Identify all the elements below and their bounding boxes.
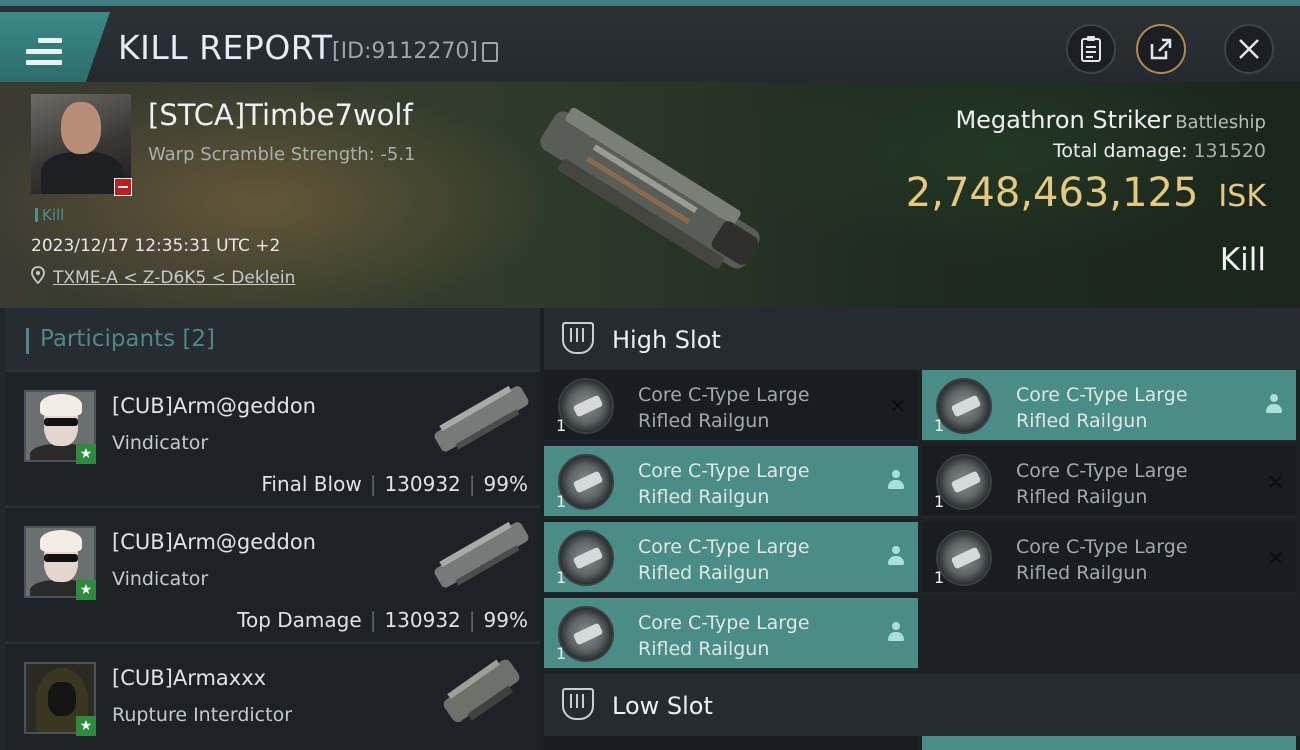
railgun-icon [936,530,992,586]
report-id: [ID:9112270] [332,39,478,64]
module-name: Core C-Type Large Rifled Railgun [638,612,810,660]
participant-ship-image [443,659,520,723]
kill-summary-banner: [STCA]Timbe7wolf Warp Scramble Strength:… [0,82,1300,308]
module-item[interactable]: 1 Core C-Type Large Rifled Railgun [922,370,1296,442]
result-label: Kill [1219,242,1266,278]
header-bar: KILL REPORT [ID:9112270] [0,0,1300,82]
person-icon [888,622,904,644]
clipboard-icon [1081,36,1101,62]
module-quantity: 1 [556,644,567,663]
participants-header: Participants [2] [6,308,540,370]
participant-ship: Vindicator [112,432,209,454]
participant-ship-image [434,521,529,588]
module-item[interactable]: 1 Core C-Type Large Rifled Railgun [544,598,918,670]
participant-row[interactable]: ★ [CUB]Armaxxx Rupture Interdictor [6,642,540,750]
module-quantity: 1 [556,568,567,587]
participant-name: [CUB]Arm@geddon [112,394,316,418]
low-slot-header: Low Slot [544,674,1300,736]
railgun-icon [558,530,614,586]
clipboard-button[interactable] [1066,24,1116,74]
total-damage: Total damage: 131520 [1053,140,1266,162]
module-item[interactable]: 1 Core C-Type Large Rifled Railgun ✕ [544,370,918,442]
warp-scramble-strength: Warp Scramble Strength: -5.1 [148,144,416,165]
module-name: Core C-Type Large Rifled Railgun [638,536,810,584]
low-slot-title: Low Slot [612,692,713,720]
participant-row[interactable]: ★ [CUB]Arm@geddon Vindicator Final Blow |… [6,370,540,504]
participant-ship-image [434,385,529,452]
railgun-icon [558,606,614,662]
fitting-panel: High Slot 1 Core C-Type Large Rifled Rail… [544,308,1300,750]
isk-value: 2,748,463,125 ISK [905,170,1266,216]
victim-ship-name: Megathron Striker Battleship [955,106,1266,134]
menu-button[interactable] [0,12,110,82]
module-item[interactable]: 1 Core C-Type Large Rifled Railgun ✕ [922,446,1296,518]
railgun-icon [936,454,992,510]
x-icon: ✕ [1267,546,1284,570]
module-item-partial[interactable] [544,736,918,750]
participant-name: [CUB]Armaxxx [112,666,267,690]
person-icon [888,470,904,492]
participant-name: [CUB]Arm@geddon [112,530,316,554]
module-name: Core C-Type Large Rifled Railgun [1016,536,1188,584]
participant-stats: Final Blow | 130932 | 99% [261,472,528,496]
module-name: Core C-Type Large Rifled Railgun [638,460,810,508]
copy-icon[interactable] [482,42,498,62]
star-icon: ★ [76,444,96,464]
participant-ship: Vindicator [112,568,209,590]
high-slot-title: High Slot [612,326,721,354]
kill-timestamp: 2023/12/17 12:35:31 UTC +2 [31,236,281,256]
railgun-icon [558,454,614,510]
module-quantity: 1 [934,492,945,511]
module-quantity: 1 [934,416,945,435]
module-quantity: 1 [556,492,567,511]
share-icon [1150,38,1172,60]
participants-panel: Participants [2] ★ [CUB]Arm@geddon Vindi… [0,308,540,750]
share-button[interactable] [1136,24,1186,74]
location-link[interactable]: TXME-A < Z-D6K5 < Deklein [53,268,295,288]
participants-title: Participants [2] [26,326,215,354]
person-icon [1266,394,1282,416]
close-icon [1239,39,1259,59]
participant-stats: Top Damage | 130932 | 99% [237,608,528,632]
participant-row[interactable]: ★ [CUB]Arm@geddon Vindicator Top Damage |… [6,506,540,640]
module-quantity: 1 [934,568,945,587]
x-icon: ✕ [889,394,906,418]
high-slot-header: High Slot [544,308,1300,370]
module-item[interactable]: 1 Core C-Type Large Rifled Railgun [544,522,918,594]
star-icon: ★ [76,716,96,736]
slot-icon [562,688,594,720]
module-item[interactable]: 1 Core C-Type Large Rifled Railgun ✕ [922,522,1296,594]
menu-icon [26,38,62,66]
module-name: Core C-Type Large Rifled Railgun [638,384,810,432]
module-quantity: 1 [556,416,567,435]
railgun-icon [558,378,614,434]
victim-name[interactable]: [STCA]Timbe7wolf [148,98,413,132]
person-icon [888,546,904,568]
standing-badge [114,178,132,196]
participant-ship: Rupture Interdictor [112,704,292,726]
slot-icon [562,322,594,354]
star-icon: ★ [76,580,96,600]
page-title: KILL REPORT [118,28,333,67]
module-name: Core C-Type Large Rifled Railgun [1016,460,1188,508]
module-name: Core C-Type Large Rifled Railgun [1016,384,1188,432]
railgun-icon [936,378,992,434]
module-item-partial[interactable] [922,736,1296,750]
kill-tag: Kill [35,206,64,224]
victim-ship-image [540,107,760,269]
close-button[interactable] [1224,24,1274,74]
module-item[interactable]: 1 Core C-Type Large Rifled Railgun [544,446,918,518]
x-icon: ✕ [1267,470,1284,494]
location-pin-icon [31,266,45,284]
